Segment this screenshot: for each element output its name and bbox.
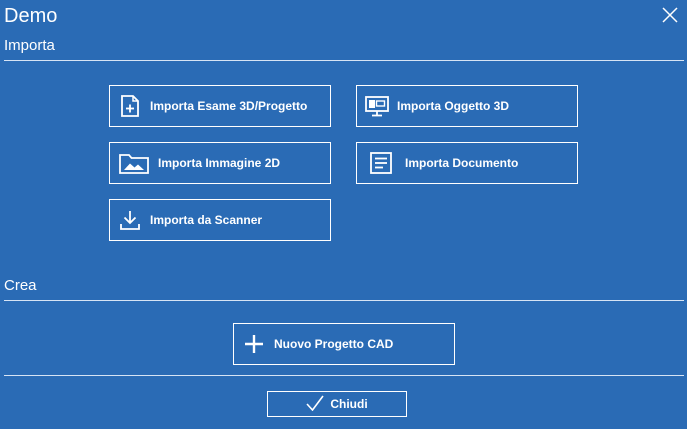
monitor-icon (357, 95, 397, 117)
divider (4, 60, 684, 61)
button-label: Chiudi (330, 397, 368, 411)
button-label: Nuovo Progetto CAD (274, 337, 394, 351)
import-image-button[interactable]: Importa Immagine 2D (109, 142, 331, 184)
divider (4, 375, 684, 376)
document-icon (357, 152, 405, 174)
section-import-label: Importa (4, 37, 55, 54)
button-label: Importa Oggetto 3D (397, 99, 510, 113)
check-icon (306, 395, 324, 414)
import-document-button[interactable]: Importa Documento (356, 142, 578, 184)
close-dialog-button[interactable]: Chiudi (267, 391, 407, 417)
import-object-button[interactable]: Importa Oggetto 3D (356, 85, 578, 127)
file-plus-icon (110, 95, 150, 117)
section-create-label: Crea (4, 277, 37, 294)
dialog-title: Demo (4, 5, 58, 27)
divider (4, 300, 684, 301)
button-label: Importa Documento (405, 156, 519, 170)
button-label: Importa Immagine 2D (158, 156, 281, 170)
download-icon (110, 210, 150, 230)
close-icon[interactable] (661, 6, 679, 24)
import-scanner-button[interactable]: Importa da Scanner (109, 199, 331, 241)
new-cad-project-button[interactable]: Nuovo Progetto CAD (233, 323, 455, 365)
import-exam-button[interactable]: Importa Esame 3D/Progetto (109, 85, 331, 127)
button-label: Importa da Scanner (150, 213, 263, 227)
button-label: Importa Esame 3D/Progetto (150, 99, 308, 113)
plus-icon (234, 334, 274, 354)
image-folder-icon (110, 152, 158, 174)
